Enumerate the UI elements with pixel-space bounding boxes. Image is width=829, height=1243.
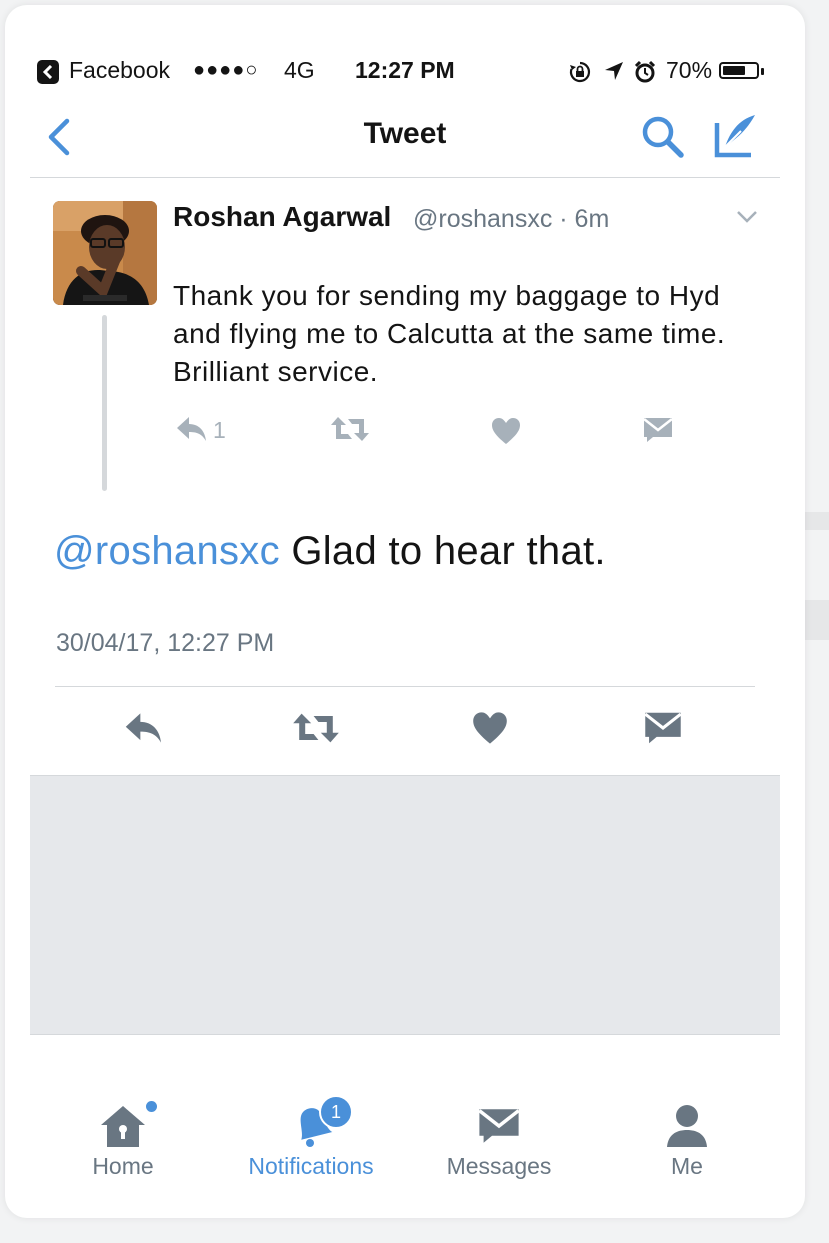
- tab-home[interactable]: Home: [28, 1099, 218, 1180]
- reply-count: 1: [213, 417, 226, 443]
- heart-icon[interactable]: [472, 711, 508, 745]
- tab-label: Me: [671, 1153, 703, 1179]
- nav-divider: [30, 177, 780, 178]
- chevron-down-icon[interactable]: [735, 209, 759, 225]
- quoted-tweet-text: Thank you for sending my baggage to Hyd …: [173, 280, 726, 387]
- direct-message-icon[interactable]: [644, 711, 682, 745]
- empty-replies-area: [30, 775, 780, 1035]
- home-icon: [101, 1106, 145, 1147]
- rotation-lock-icon: [569, 61, 591, 83]
- navigation-bar: Tweet: [5, 105, 805, 177]
- main-tweet-text: @roshansxc Glad to hear that.: [54, 529, 606, 574]
- tab-messages[interactable]: Messages: [404, 1099, 594, 1180]
- search-icon[interactable]: [639, 113, 687, 161]
- location-arrow-icon: [605, 62, 623, 80]
- status-time: 12:27 PM: [355, 57, 455, 83]
- background-strip: [805, 600, 829, 640]
- battery-nub: [761, 68, 764, 75]
- battery-percent: 70%: [666, 57, 713, 83]
- compose-tweet-icon[interactable]: [711, 111, 763, 163]
- reply-icon[interactable]: [123, 711, 165, 745]
- home-unread-dot: [146, 1101, 157, 1112]
- notifications-badge: 1: [319, 1095, 353, 1129]
- phone-screen: Facebook ●●●●○ 4G 12:27 PM 70% Tweet Ros…: [5, 5, 805, 1218]
- direct-message-icon[interactable]: [643, 417, 673, 443]
- retweet-icon[interactable]: [330, 415, 370, 443]
- background-strip: [805, 512, 829, 530]
- retweet-icon[interactable]: [292, 711, 340, 745]
- battery-fill: [723, 66, 745, 75]
- battery-icon: [719, 62, 759, 79]
- tab-label: Notifications: [248, 1153, 374, 1179]
- network-type: 4G: [284, 57, 315, 83]
- tab-label: Messages: [446, 1153, 552, 1179]
- avatar[interactable]: [53, 201, 157, 305]
- reply-icon[interactable]: [175, 415, 209, 443]
- envelope-icon: [478, 1109, 520, 1143]
- thread-connector-line: [102, 315, 107, 491]
- author-name[interactable]: Roshan Agarwal: [173, 201, 391, 233]
- alarm-icon: [634, 60, 656, 83]
- signal-strength: ●●●●○: [193, 59, 259, 81]
- tab-notifications[interactable]: 1 Notifications: [216, 1095, 406, 1180]
- tweet-timestamp: 30/04/17, 12:27 PM: [56, 629, 275, 657]
- tab-me[interactable]: Me: [592, 1099, 782, 1180]
- author-handle-and-time: @roshansxc · 6m: [413, 205, 610, 233]
- carrier-label: Facebook: [69, 57, 171, 83]
- heart-icon[interactable]: [491, 417, 521, 445]
- tab-label: Home: [92, 1153, 154, 1179]
- actions-divider: [55, 686, 755, 687]
- main-tweet-body: Glad to hear that.: [279, 529, 606, 573]
- back-to-app-icon[interactable]: [37, 60, 59, 84]
- person-icon: [667, 1105, 707, 1147]
- status-bar: Facebook ●●●●○ 4G 12:27 PM 70%: [5, 57, 805, 93]
- mention-link[interactable]: @roshansxc: [54, 529, 280, 573]
